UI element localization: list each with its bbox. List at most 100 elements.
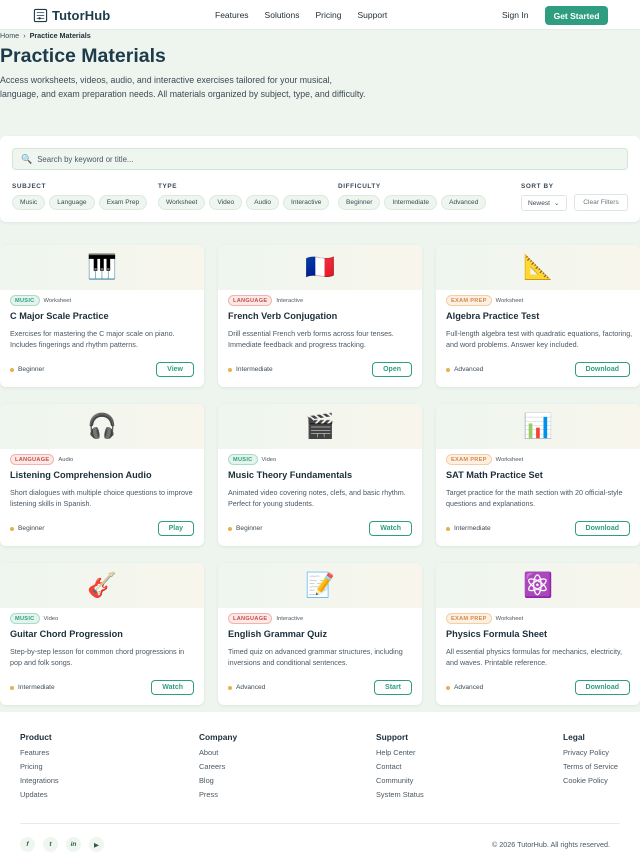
footer-link[interactable]: Features [20,748,59,758]
material-card[interactable]: ⚛️ EXAM PREP Worksheet Physics Formula Shee… [436,563,640,705]
nav-link-pricing[interactable]: Pricing [316,10,342,20]
page-title: Practice Materials [0,45,166,67]
search-input[interactable]: 🔍 Search by keyword or title... [12,148,628,170]
card-title[interactable]: Listening Comprehension Audio [10,470,152,480]
footer-link[interactable]: Cookie Policy [563,776,618,786]
difficulty-label: Beginner [18,366,45,373]
footer-link[interactable]: Privacy Policy [563,748,618,758]
difficulty-dot-icon [228,685,232,690]
card-title[interactable]: English Grammar Quiz [228,629,327,639]
chip-language[interactable]: Language [49,195,95,210]
brand[interactable]: TutorHub [33,8,110,23]
linkedin-icon[interactable]: in [66,837,81,852]
subject-badge: LANGUAGE [10,454,55,465]
difficulty-dot-icon [446,367,450,372]
subject-badge: MUSIC [10,613,40,624]
material-card[interactable]: 🎹 MUSIC Worksheet C Major Scale Practice Exe… [0,245,204,387]
footer-link[interactable]: Community [376,776,424,786]
chip-video[interactable]: Video [209,195,243,210]
card-tags: EXAM PREP Worksheet [446,295,523,306]
chip-intermediate[interactable]: Intermediate [384,195,438,210]
footer-link[interactable]: About [199,748,237,758]
clear-filters-button[interactable]: Clear Filters [574,194,628,211]
card-description: All essential physics formulas for mecha… [446,647,623,667]
card-description: Short dialogues with multiple choice que… [10,488,193,508]
card-action-button[interactable]: Watch [151,680,194,695]
footer-link[interactable]: Contact [376,762,424,772]
card-description: Animated video covering notes, clefs, an… [228,488,406,508]
card-action-button[interactable]: Download [574,680,630,695]
twitter-icon[interactable]: t [43,837,58,852]
material-card[interactable]: 🇫🇷 LANGUAGE Interactive French Verb Conjuga… [218,245,422,387]
footer-link[interactable]: Pricing [20,762,59,772]
nav-link-solutions[interactable]: Solutions [265,10,300,20]
footer-column-title: Product [20,732,52,742]
card-action-button[interactable]: View [156,362,194,377]
material-card[interactable]: 📐 EXAM PREP Worksheet Algebra Practice Test… [436,245,640,387]
footer-link[interactable]: Press [199,790,237,800]
chip-audio[interactable]: Audio [246,195,280,210]
chip-exam-prep[interactable]: Exam Prep [98,195,148,210]
difficulty-dot-icon [228,526,232,531]
material-card[interactable]: 🎸 MUSIC Video Guitar Chord Progression Step-… [0,563,204,705]
card-action-button[interactable]: Download [574,521,630,536]
type-filter: TYPE Worksheet Video Audio Interactive [158,183,330,210]
card-thumbnail-icon: 📐 [523,254,553,281]
card-title[interactable]: C Major Scale Practice [10,311,109,321]
material-card[interactable]: 📝 LANGUAGE Interactive English Grammar Quiz… [218,563,422,705]
card-title[interactable]: Guitar Chord Progression [10,629,123,639]
nav-link-support[interactable]: Support [358,10,388,20]
brand-name: TutorHub [52,8,111,23]
card-title[interactable]: French Verb Conjugation [228,311,337,321]
difficulty-dot-icon [10,367,14,372]
sign-in-link[interactable]: Sign In [502,10,528,20]
footer-link[interactable]: System Status [376,790,424,800]
card-title[interactable]: Music Theory Fundamentals [228,470,352,480]
card-thumbnail: ⚛️ [436,563,640,608]
card-action-button[interactable]: Open [372,362,412,377]
chip-music[interactable]: Music [12,195,46,210]
card-title[interactable]: Algebra Practice Test [446,311,539,321]
card-action-button[interactable]: Start [374,680,412,695]
breadcrumb-home[interactable]: Home [0,31,19,40]
card-title[interactable]: SAT Math Practice Set [446,470,543,480]
difficulty-label: Beginner [18,525,45,532]
footer-link[interactable]: Blog [199,776,237,786]
subject-badge: EXAM PREP [446,295,492,306]
footer-column-title: Company [199,732,238,742]
card-action-button[interactable]: Watch [369,521,412,536]
footer-link[interactable]: Integrations [20,776,59,786]
footer-link[interactable]: Updates [20,790,59,800]
sort-label: SORT BY [521,183,554,190]
card-action-button[interactable]: Play [157,521,194,536]
youtube-icon[interactable]: ▶ [89,837,104,852]
card-thumbnail: 📐 [436,245,640,290]
facebook-icon[interactable]: f [20,837,35,852]
difficulty-label: Advanced [236,684,266,691]
get-started-button[interactable]: Get Started [545,6,608,25]
footer-link[interactable]: Terms of Service [563,762,618,772]
footer-link[interactable]: Help Center [376,748,424,758]
card-thumbnail-icon: ⚛️ [523,572,553,599]
difficulty-dot-icon [10,526,14,531]
chip-interactive[interactable]: Interactive [283,195,330,210]
nav-link-features[interactable]: Features [215,10,249,20]
search-placeholder: Search by keyword or title... [37,154,134,164]
subject-badge: EXAM PREP [446,454,492,465]
material-card[interactable]: 🎧 LANGUAGE Audio Listening Comprehension Au… [0,404,204,546]
chip-advanced[interactable]: Advanced [441,195,487,210]
card-thumbnail-icon: 🎬 [305,413,335,440]
card-action-button[interactable]: Download [574,362,630,377]
chip-beginner[interactable]: Beginner [338,195,381,210]
chip-worksheet[interactable]: Worksheet [158,195,206,210]
card-thumbnail: 🎬 [218,404,422,449]
card-title[interactable]: Physics Formula Sheet [446,629,547,639]
type-label: Worksheet [495,297,524,304]
filter-panel: 🔍 Search by keyword or title... SUBJECT … [0,136,640,222]
breadcrumb-current: Practice Materials [29,31,91,40]
difficulty-dot-icon [228,367,232,372]
material-card[interactable]: 📊 EXAM PREP Worksheet SAT Math Practice Set… [436,404,640,546]
material-card[interactable]: 🎬 MUSIC Video Music Theory Fundamentals Anim… [218,404,422,546]
footer-link[interactable]: Careers [199,762,237,772]
sort-select[interactable]: Newest ⌄ [521,195,567,211]
